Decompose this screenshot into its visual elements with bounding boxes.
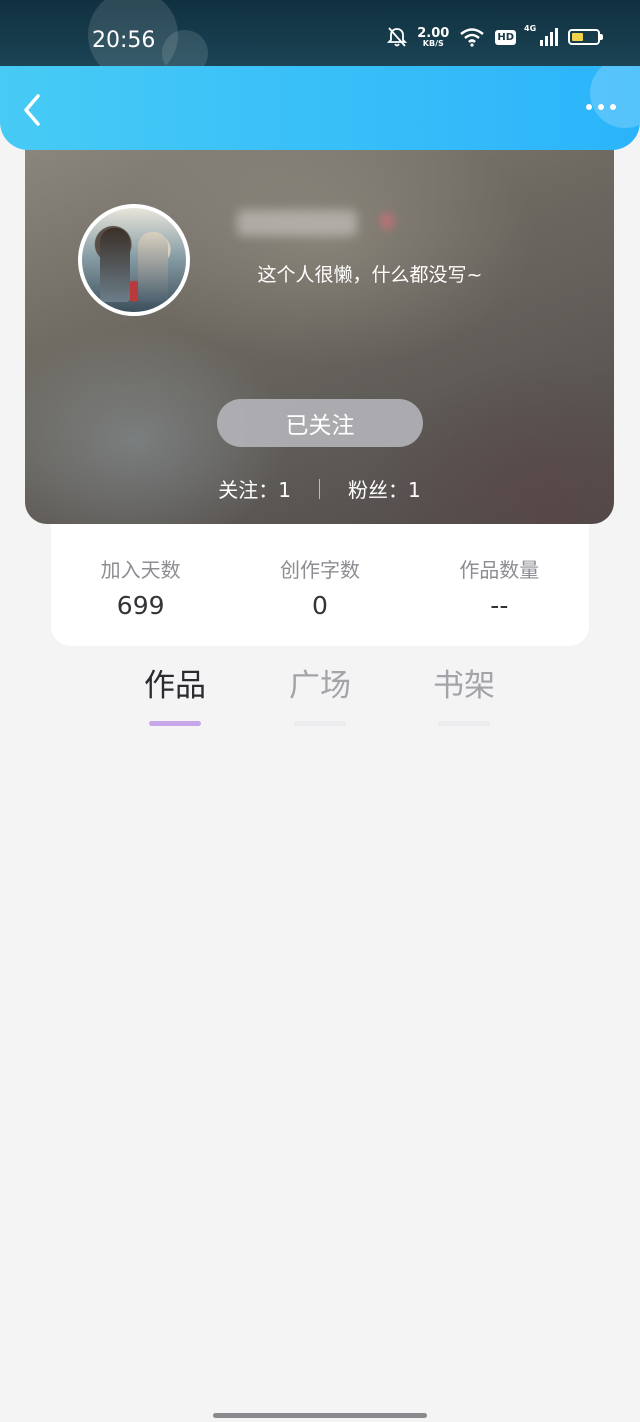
- stat-value: 699: [116, 591, 165, 620]
- avatar-figure: [138, 232, 168, 302]
- battery-icon: [568, 29, 603, 45]
- battery-fill: [572, 33, 583, 41]
- stats-card: 加入天数 699 创作字数 0 作品数量 --: [51, 524, 589, 646]
- stat-works-count: 作品数量 --: [410, 524, 589, 646]
- more-dots-icon: [598, 104, 604, 110]
- top-nav-bar: [0, 66, 640, 150]
- tab-label: 广场: [289, 668, 351, 704]
- tab-square[interactable]: 广场: [270, 660, 370, 726]
- stat-word-count: 创作字数 0: [230, 524, 409, 646]
- divider: [319, 478, 320, 499]
- home-indicator[interactable]: [213, 1413, 427, 1418]
- more-dots-icon: [586, 104, 592, 110]
- tab-indicator: [438, 721, 490, 726]
- signal-icon: 4G: [524, 24, 558, 46]
- tab-label: 作品: [144, 668, 206, 704]
- status-bar: 20:56 2.00 KB/S HD 4G: [0, 0, 640, 66]
- tab-indicator: [149, 721, 201, 726]
- status-time: 20:56: [92, 28, 156, 53]
- avatar[interactable]: [78, 204, 190, 316]
- tab-works[interactable]: 作品: [125, 660, 225, 726]
- stat-label: 作品数量: [459, 558, 540, 582]
- stat-label: 加入天数: [100, 558, 181, 582]
- gender-icon: [379, 212, 395, 230]
- stat-value: --: [490, 591, 509, 620]
- stat-label: 创作字数: [279, 558, 360, 582]
- status-bar-decoration: [162, 30, 208, 66]
- follow-button[interactable]: 已关注: [217, 399, 423, 447]
- bell-muted-icon: [387, 27, 408, 47]
- profile-bio: 这个人很懒，什么都没写~: [257, 264, 483, 286]
- followers-count[interactable]: 粉丝：1: [348, 474, 421, 503]
- following-count[interactable]: 关注：1: [218, 474, 291, 503]
- content-tabs: 作品 广场 书架: [0, 660, 640, 730]
- tab-bookshelf[interactable]: 书架: [414, 660, 514, 726]
- chevron-left-icon: [24, 94, 40, 126]
- nav-decoration: [590, 66, 640, 128]
- follow-counts: 关注：1 粉丝：1: [25, 474, 614, 503]
- more-dots-icon: [610, 104, 616, 110]
- stat-join-days: 加入天数 699: [51, 524, 230, 646]
- tab-indicator: [294, 721, 346, 726]
- more-button[interactable]: [586, 104, 616, 110]
- tab-label: 书架: [433, 668, 495, 704]
- network-speed-unit: KB/S: [422, 38, 444, 48]
- network-speed-value: 2.00: [417, 25, 450, 41]
- status-icons: 2.00 KB/S HD 4G: [387, 24, 603, 48]
- profile-header: 这个人很懒，什么都没写~ 已关注 关注：1 粉丝：1: [25, 120, 614, 524]
- wifi-icon: [460, 28, 485, 47]
- stat-value: 0: [312, 591, 328, 620]
- back-button[interactable]: [18, 92, 50, 128]
- avatar-figure: [100, 228, 130, 302]
- network-speed: 2.00 KB/S: [417, 27, 449, 48]
- hd-icon: HD: [495, 29, 516, 45]
- signal-label: 4G: [524, 24, 537, 33]
- username-blurred: [237, 210, 357, 236]
